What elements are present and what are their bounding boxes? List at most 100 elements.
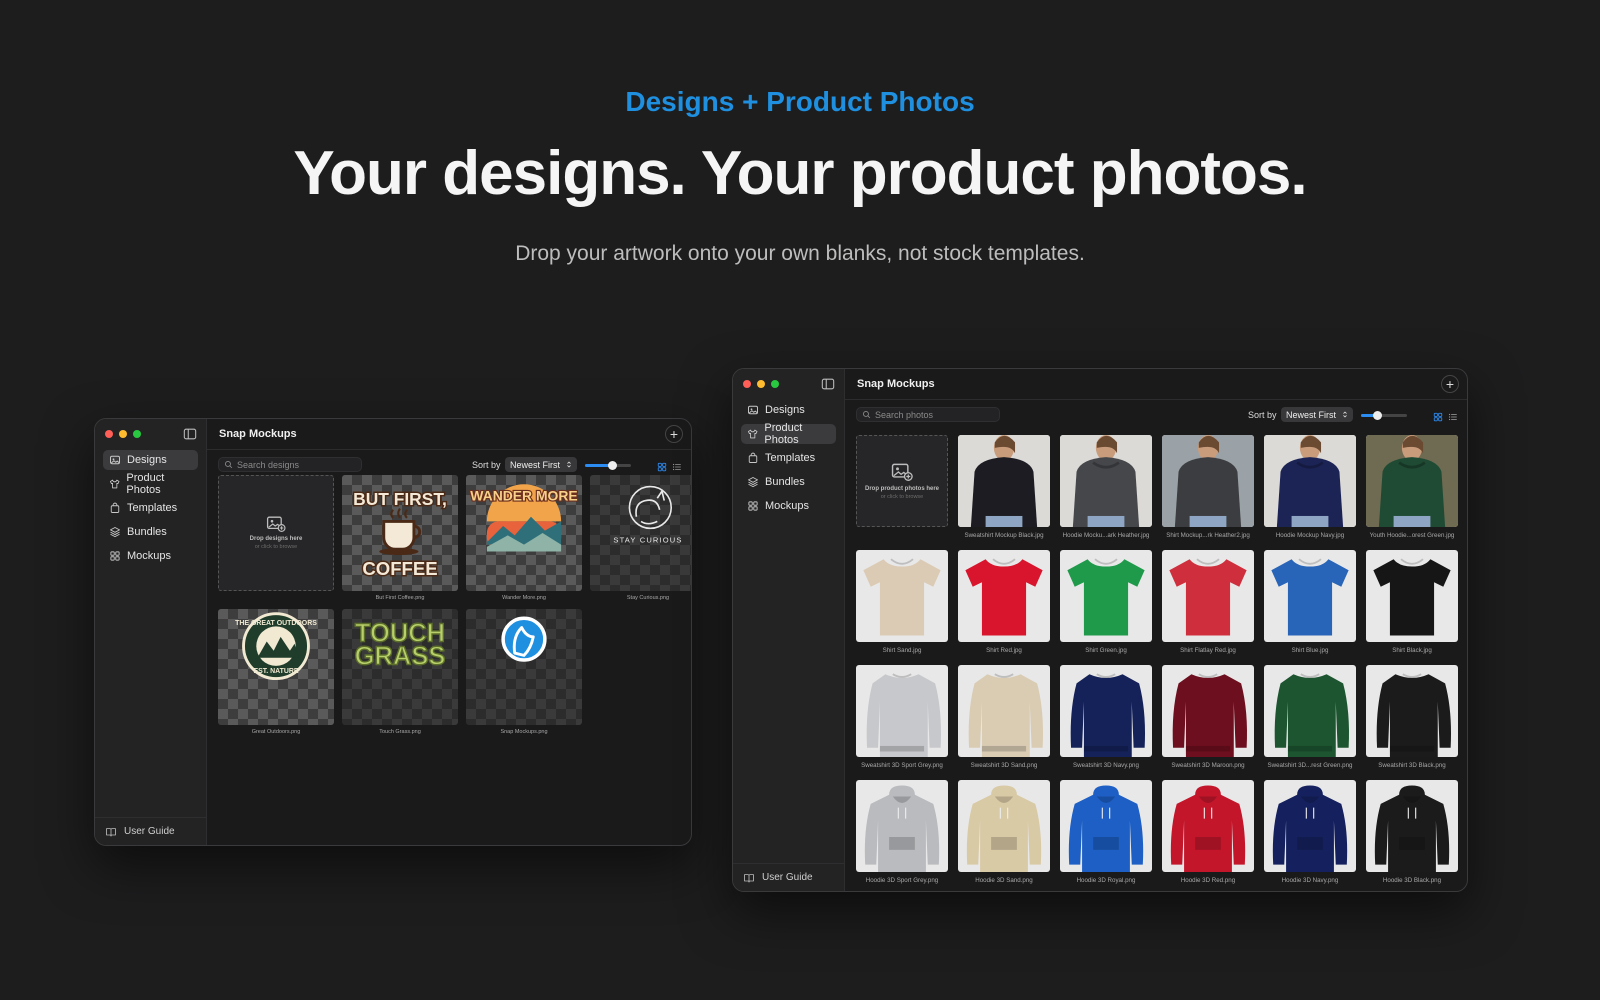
product-photo-thumbnail[interactable] xyxy=(856,665,948,757)
product-photo-caption: Shirt Red.jpg xyxy=(986,647,1022,654)
sidebar-toggle-icon[interactable] xyxy=(183,427,197,441)
list-view-icon[interactable] xyxy=(1448,409,1458,421)
product-photo-thumbnail[interactable] xyxy=(1366,550,1458,642)
sidebar-item-bundles[interactable]: Bundles xyxy=(741,472,836,492)
grid-icon xyxy=(747,500,759,512)
product-photo-thumbnail[interactable] xyxy=(1264,550,1356,642)
design-thumbnail[interactable]: THE GREAT OUTDOORS EST. NATURE xyxy=(218,609,334,725)
product-photo-thumbnail[interactable] xyxy=(1366,780,1458,872)
user-guide-link[interactable]: User Guide xyxy=(95,817,206,845)
user-guide-link[interactable]: User Guide xyxy=(733,863,844,891)
search-input[interactable]: Search photos xyxy=(856,407,1000,422)
svg-text:THE GREAT OUTDOORS: THE GREAT OUTDOORS xyxy=(235,620,317,627)
product-photo-thumbnail[interactable] xyxy=(1162,550,1254,642)
product-photo-caption: Shirt Sand.jpg xyxy=(882,647,922,654)
sidebar-item-bundles[interactable]: Bundles xyxy=(103,522,198,542)
sidebar-item-label: Product Photos xyxy=(764,422,803,446)
image-stack-icon xyxy=(747,404,759,416)
design-thumbnail[interactable]: TOUCH GRASS xyxy=(342,609,458,725)
sort-select[interactable]: Newest First xyxy=(505,457,577,472)
product-photo-thumbnail[interactable] xyxy=(958,435,1050,527)
product-photo-caption: Sweatshirt 3D Sand.png xyxy=(970,762,1038,769)
product-photo-thumbnail[interactable] xyxy=(1162,435,1254,527)
search-placeholder: Search designs xyxy=(237,459,300,470)
product-photo-thumbnail[interactable] xyxy=(958,665,1050,757)
product-photo-thumbnail[interactable] xyxy=(1162,780,1254,872)
add-button[interactable]: + xyxy=(1441,375,1459,393)
layers-icon xyxy=(747,476,759,488)
product-photo-thumbnail[interactable] xyxy=(856,550,948,642)
close-button[interactable] xyxy=(743,380,751,388)
zoom-button[interactable] xyxy=(771,380,779,388)
close-button[interactable] xyxy=(105,430,113,438)
svg-text:EST. NATURE: EST. NATURE xyxy=(253,668,298,675)
bag-icon xyxy=(109,502,121,514)
design-thumbnail[interactable] xyxy=(466,609,582,725)
product-photo-thumbnail[interactable] xyxy=(1060,435,1152,527)
sidebar-toggle-icon[interactable] xyxy=(821,377,835,391)
product-photo-caption: Hoodie Mockup Navy.jpg xyxy=(1275,532,1345,539)
product-photo-caption: Shirt Black.jpg xyxy=(1392,647,1432,654)
product-photo-thumbnail[interactable] xyxy=(1264,435,1356,527)
product-photo-caption: Sweatshirt 3D Black.png xyxy=(1378,762,1446,769)
thumbnail-size-slider[interactable] xyxy=(1361,411,1407,420)
sidebar-item-templates[interactable]: Templates xyxy=(741,448,836,468)
product-photo-thumbnail[interactable] xyxy=(856,780,948,872)
sort-select[interactable]: Newest First xyxy=(1281,407,1353,422)
search-input[interactable]: Search designs xyxy=(218,457,362,472)
add-button[interactable]: + xyxy=(665,425,683,443)
grid-icon xyxy=(109,550,121,562)
sidebar-item-templates[interactable]: Templates xyxy=(103,498,198,518)
product-photo-thumbnail[interactable] xyxy=(1264,780,1356,872)
search-icon xyxy=(862,410,871,419)
product-photo-thumbnail[interactable] xyxy=(1060,780,1152,872)
designs-window: Designs Product Photos Templates Bundles Moc… xyxy=(94,418,692,846)
product-photo-thumbnail[interactable] xyxy=(1366,435,1458,527)
sidebar-item-designs[interactable]: Designs xyxy=(741,400,836,420)
design-dropzone[interactable]: Drop designs here or click to browse xyxy=(218,475,334,591)
sidebar-item-product-photos[interactable]: Product Photos xyxy=(103,472,198,496)
dropzone-title: Drop product photos here xyxy=(865,485,939,492)
product-photo-thumbnail[interactable] xyxy=(1060,665,1152,757)
chevron-updown-icon xyxy=(1342,410,1348,419)
sidebar-item-label: Bundles xyxy=(765,476,805,488)
product-photo-thumbnail[interactable] xyxy=(1366,665,1458,757)
slider-knob[interactable] xyxy=(1373,411,1382,420)
design-caption: Touch Grass.png xyxy=(379,729,421,735)
product-photo-caption: Hoodie Mocku...ark Heather.jpg xyxy=(1062,532,1150,539)
minimize-button[interactable] xyxy=(119,430,127,438)
sidebar-item-mockups[interactable]: Mockups xyxy=(741,496,836,516)
zoom-button[interactable] xyxy=(133,430,141,438)
product-photo-caption: Shirt Mockup...rk Heather2.jpg xyxy=(1166,532,1250,539)
list-view-icon[interactable] xyxy=(672,459,682,471)
app-title: Snap Mockups xyxy=(857,378,935,390)
sidebar: Designs Product Photos Templates Bundles Moc… xyxy=(733,369,845,891)
product-photo-caption: Hoodie 3D Sand.png xyxy=(975,877,1033,884)
app-title: Snap Mockups xyxy=(219,428,297,440)
sidebar-item-label: Templates xyxy=(765,452,816,464)
photo-dropzone[interactable]: Drop product photos here or click to brow… xyxy=(856,435,948,527)
slider-knob[interactable] xyxy=(608,461,617,470)
product-photo-thumbnail[interactable] xyxy=(958,780,1050,872)
sidebar-item-mockups[interactable]: Mockups xyxy=(103,546,198,566)
product-photo-caption: Hoodie 3D Navy.png xyxy=(1281,877,1339,884)
grid-view-icon[interactable] xyxy=(1433,409,1443,422)
book-icon xyxy=(743,872,755,884)
product-photo-caption: Hoodie 3D Royal.png xyxy=(1076,877,1136,884)
sidebar-item-designs[interactable]: Designs xyxy=(103,450,198,470)
sidebar-item-product-photos[interactable]: Product Photos xyxy=(741,422,836,446)
minimize-button[interactable] xyxy=(757,380,765,388)
product-photo-caption: Shirt Green.jpg xyxy=(1085,647,1127,654)
book-icon xyxy=(105,826,117,838)
product-photo-thumbnail[interactable] xyxy=(1162,665,1254,757)
design-thumbnail[interactable]: STAY CURIOUS xyxy=(590,475,691,591)
product-photo-thumbnail[interactable] xyxy=(1264,665,1356,757)
chevron-updown-icon xyxy=(566,460,572,469)
design-thumbnail[interactable]: BUT FIRST, COFFEE xyxy=(342,475,458,591)
design-thumbnail[interactable]: WANDER MORE xyxy=(466,475,582,591)
shirt-icon xyxy=(109,478,120,490)
product-photo-thumbnail[interactable] xyxy=(958,550,1050,642)
thumbnail-size-slider[interactable] xyxy=(585,461,631,470)
grid-view-icon[interactable] xyxy=(657,459,667,472)
product-photo-thumbnail[interactable] xyxy=(1060,550,1152,642)
